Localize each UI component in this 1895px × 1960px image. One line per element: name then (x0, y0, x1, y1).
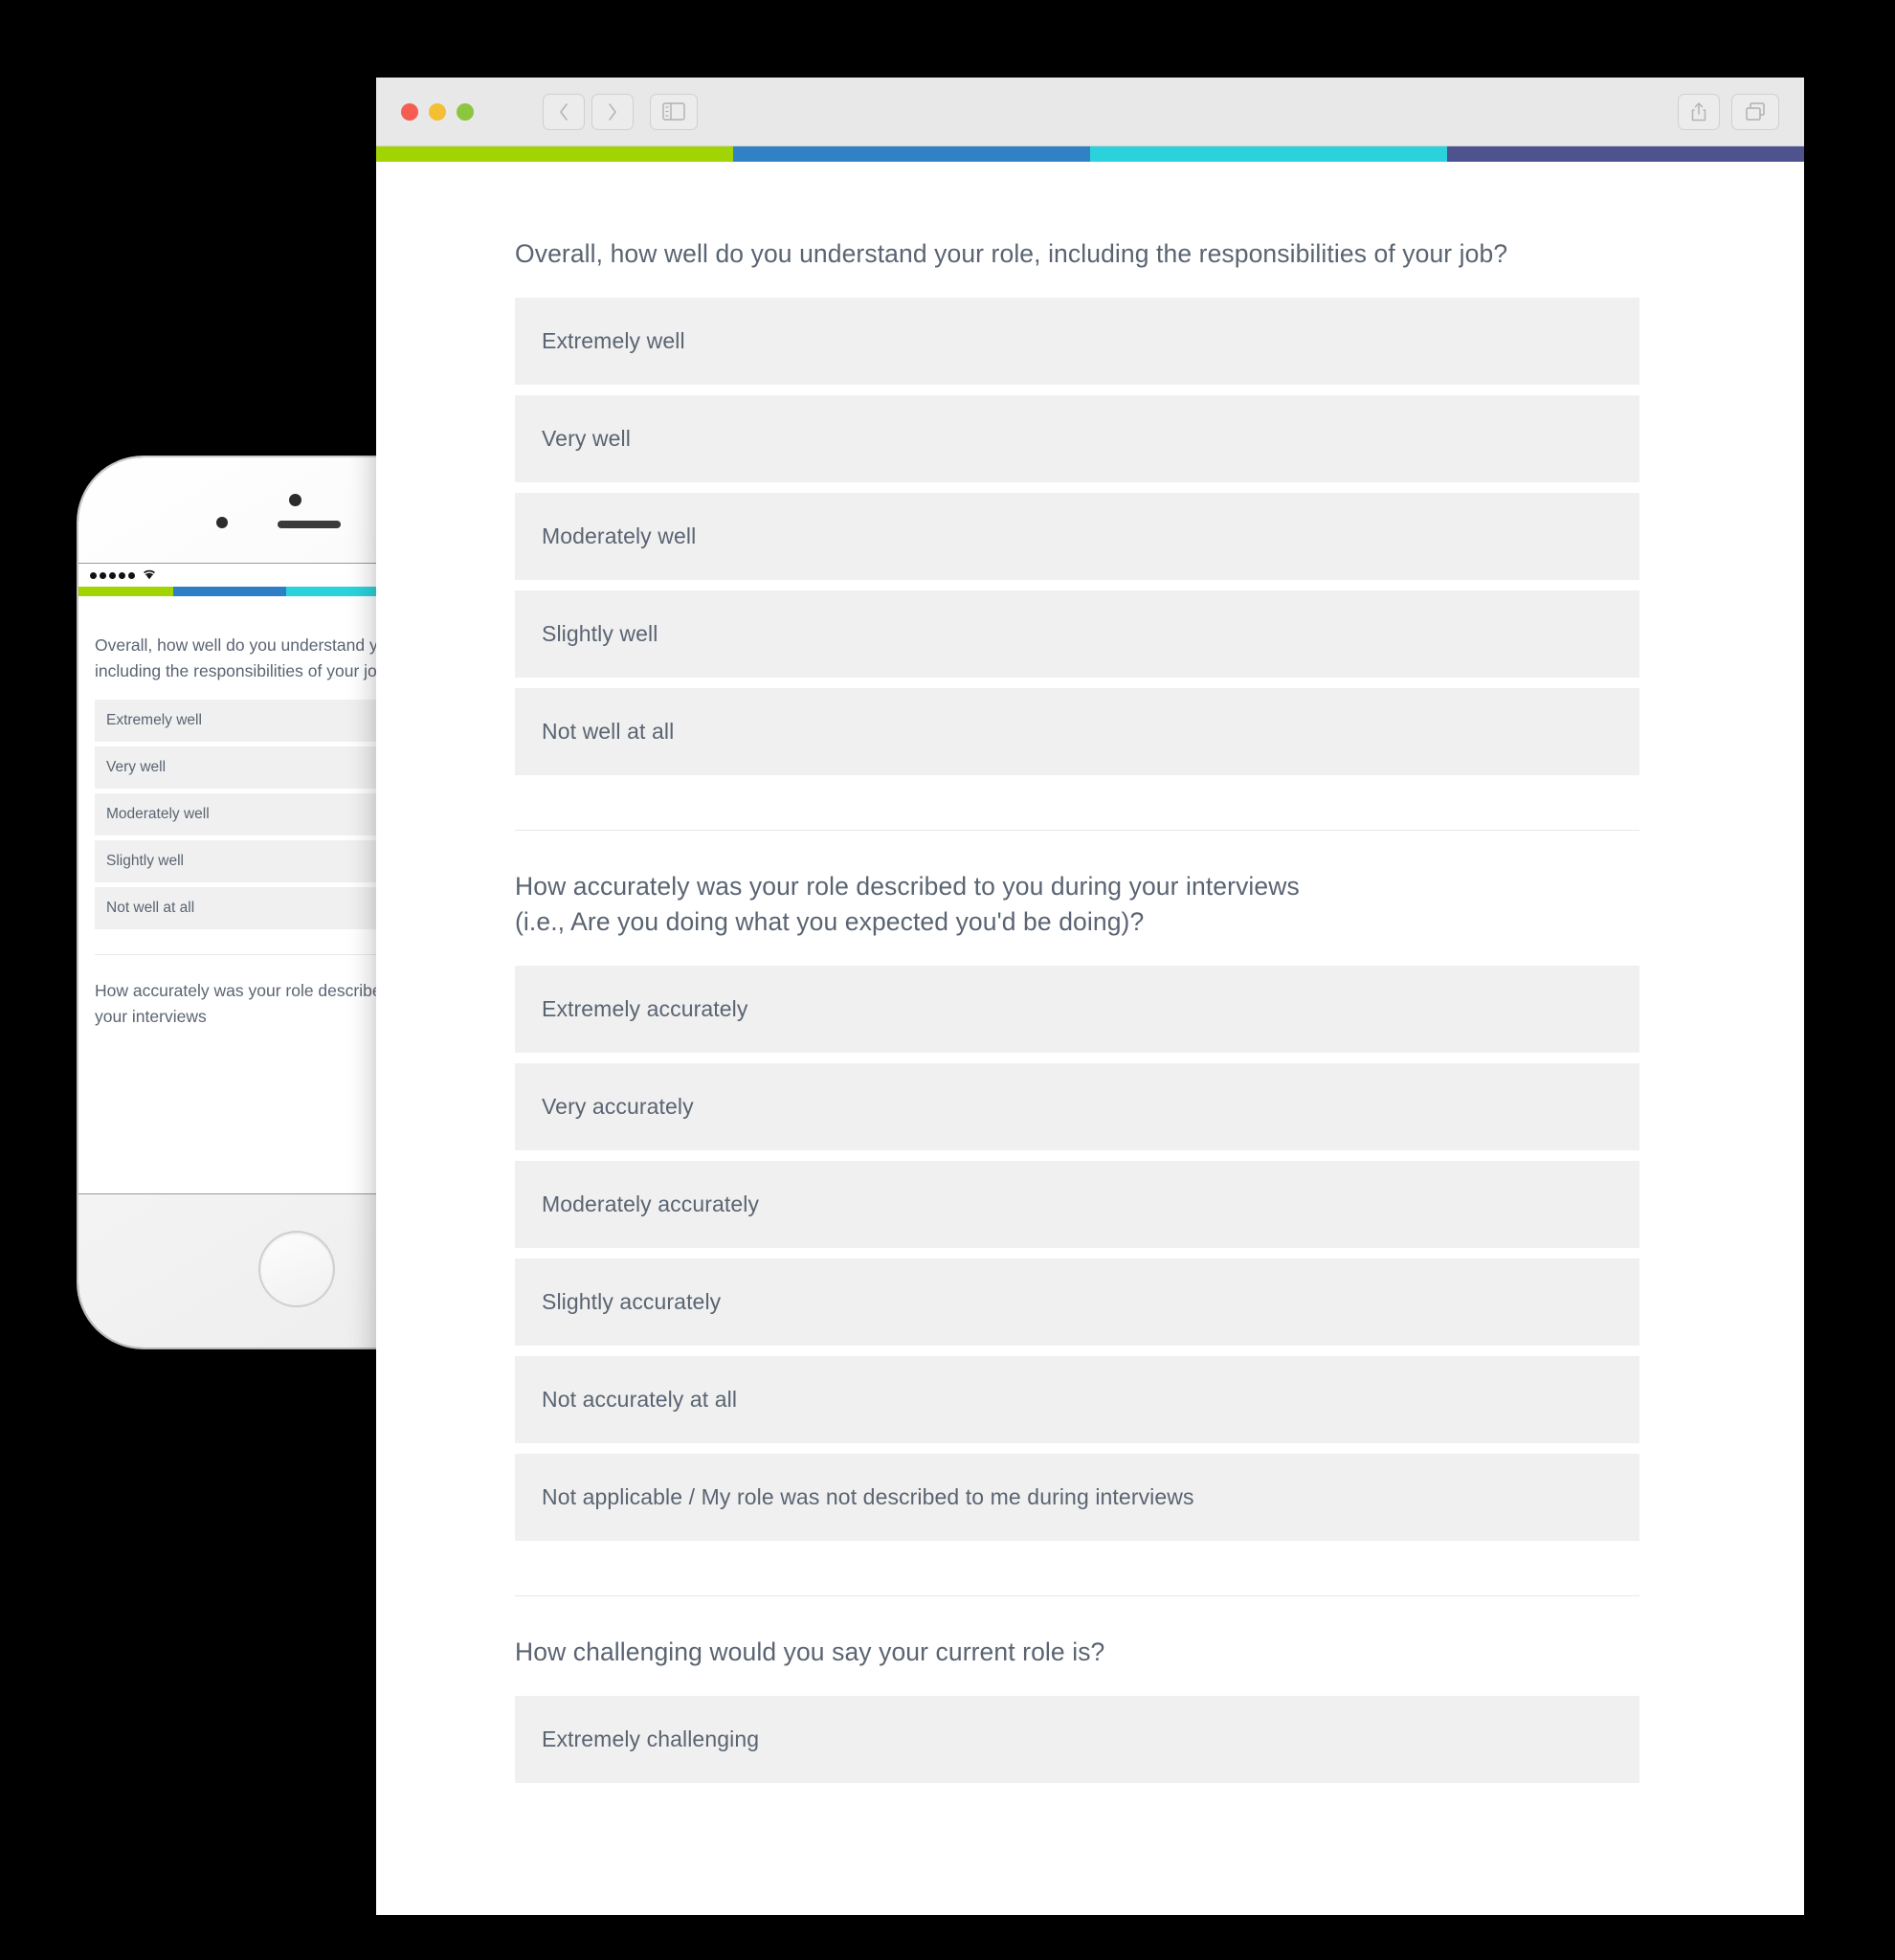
earpiece-speaker (278, 521, 341, 528)
proximity-sensor-icon (216, 517, 228, 528)
question-text-line2: (i.e., Are you doing what you expected y… (515, 907, 1145, 937)
navigation-buttons (543, 93, 698, 130)
options-list: Extremely accurately Very accurately Mod… (515, 965, 1639, 1541)
forward-button[interactable] (591, 93, 634, 130)
maximize-button[interactable] (457, 102, 474, 121)
option-item[interactable]: Very well (515, 394, 1639, 482)
question-text: How accurately was your role described t… (515, 869, 1639, 941)
progress-segment-green (78, 587, 174, 596)
question-text: Overall, how well do you understand your… (515, 239, 1508, 268)
progress-segment-blue (733, 146, 1090, 162)
section-divider (515, 1594, 1639, 1596)
wifi-icon (142, 568, 157, 583)
question-text: How challenging would you say your curre… (515, 1637, 1105, 1666)
option-item[interactable]: Moderately accurately (515, 1160, 1639, 1248)
survey-container: Overall, how well do you understand your… (376, 162, 1804, 1797)
chevron-left-icon (560, 102, 568, 121)
option-item[interactable]: Extremely challenging (515, 1695, 1639, 1783)
section-divider (515, 829, 1639, 831)
options-list: Extremely well Very well Moderately well… (515, 297, 1639, 775)
option-item[interactable]: Extremely accurately (515, 965, 1639, 1053)
browser-toolbar (376, 78, 1804, 146)
show-all-tabs-icon (1746, 101, 1765, 121)
share-button[interactable] (1678, 93, 1720, 130)
front-camera-icon (289, 494, 301, 506)
option-item[interactable]: Slightly well (515, 590, 1639, 678)
progress-segment-blue (173, 587, 286, 596)
toolbar-right-group (1678, 93, 1779, 130)
home-button[interactable] (258, 1231, 335, 1307)
close-button[interactable] (401, 102, 418, 121)
back-button[interactable] (543, 93, 585, 130)
chevron-right-icon (609, 102, 616, 121)
options-list: Extremely challenging (515, 1695, 1639, 1783)
show-all-tabs-button[interactable] (1731, 93, 1779, 130)
safari-browser-window: Overall, how well do you understand your… (376, 78, 1804, 1915)
option-item[interactable]: Extremely well (515, 297, 1639, 385)
option-item[interactable]: Slightly accurately (515, 1258, 1639, 1346)
survey-progress-bar (376, 146, 1804, 162)
progress-segment-purple (1447, 146, 1804, 162)
option-item[interactable]: Not applicable / My role was not describ… (515, 1453, 1639, 1541)
survey-page-content: Overall, how well do you understand your… (376, 162, 1804, 1915)
option-item[interactable]: Not well at all (515, 687, 1639, 775)
cellular-signal-icon (90, 571, 135, 579)
window-traffic-lights (401, 102, 474, 121)
progress-segment-green (376, 146, 733, 162)
share-icon (1691, 101, 1706, 121)
sidebar-toggle-icon (662, 102, 685, 121)
option-item[interactable]: Very accurately (515, 1062, 1639, 1150)
question-block-role-described: How accurately was your role described t… (515, 869, 1639, 1555)
option-item[interactable]: Not accurately at all (515, 1355, 1639, 1443)
question-block-role-challenging: How challenging would you say your curre… (515, 1635, 1639, 1797)
question-text-line1: How accurately was your role described t… (515, 871, 1300, 901)
option-item[interactable]: Moderately well (515, 492, 1639, 580)
progress-segment-cyan (1090, 146, 1447, 162)
minimize-button[interactable] (429, 102, 446, 121)
sidebar-toggle-button[interactable] (650, 93, 698, 130)
question-block-role-understanding: Overall, how well do you understand your… (515, 236, 1639, 790)
